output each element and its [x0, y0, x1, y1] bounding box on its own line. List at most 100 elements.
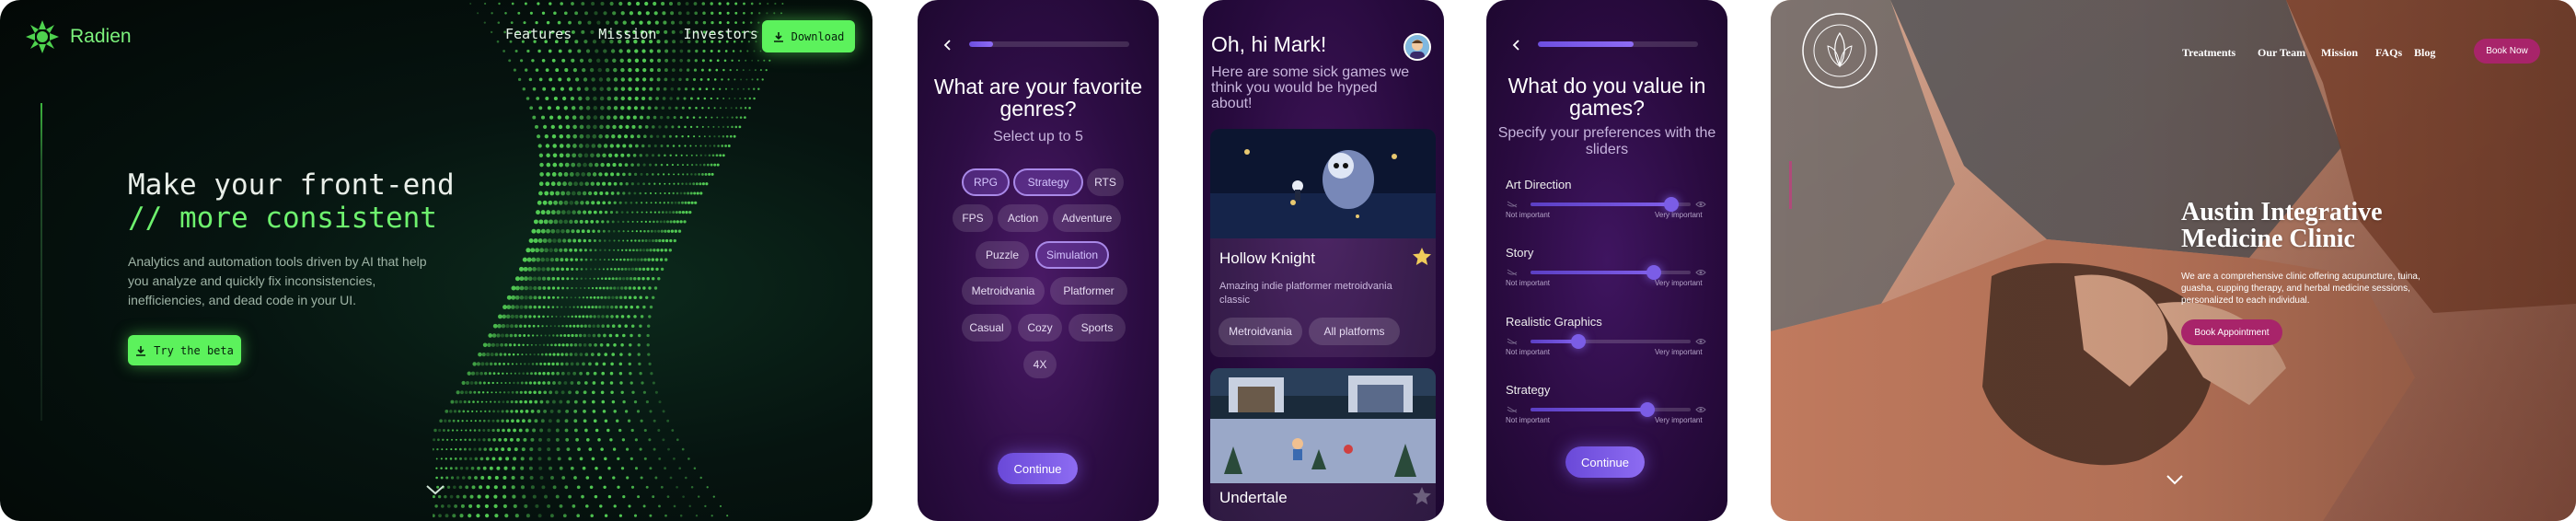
nav-faqs[interactable]: FAQs [2375, 46, 2402, 60]
genre-chip[interactable]: FPS [953, 204, 993, 232]
eye-closed-icon [1507, 406, 1518, 413]
genre-chip[interactable]: Casual [962, 314, 1011, 342]
download-button[interactable]: Download [762, 20, 855, 52]
genre-chip-label: Cozy [1027, 321, 1053, 334]
download-icon [773, 31, 783, 42]
greeting-subtitle: Here are some sick games we think you wo… [1211, 64, 1410, 111]
genre-chip-label: RTS [1094, 176, 1116, 189]
brand-logo[interactable]: Radien [24, 18, 132, 55]
logo-icon [26, 20, 59, 53]
genre-chip[interactable]: Strategy [1013, 168, 1083, 196]
slider-handle[interactable] [1664, 197, 1680, 212]
genre-chip[interactable]: RPG [962, 168, 1010, 196]
preference-slider[interactable] [1531, 408, 1691, 411]
genre-chip[interactable]: Metroidvania [962, 277, 1045, 305]
game-card-undertale[interactable]: Undertale [1210, 368, 1436, 521]
game-tag[interactable]: Metroidvania [1219, 318, 1302, 345]
nav-treatments[interactable]: Treatments [2182, 46, 2235, 60]
game-recommendations-screen: Oh, hi Mark! Here are some sick games we… [1203, 0, 1444, 521]
clinic-headline-line1: Austin Integrative [2181, 198, 2383, 226]
slider-label: Story [1506, 246, 1534, 260]
clinic-seal-logo[interactable] [1798, 9, 1881, 92]
book-appointment-label: Book Appointment [2194, 327, 2270, 338]
slider-fill [1531, 203, 1672, 206]
book-appointment-button[interactable]: Book Appointment [2181, 319, 2282, 345]
download-icon [136, 345, 146, 356]
hero-headline-line2: // more consistent [128, 202, 437, 235]
values-subtitle: Specify your preferences with the slider… [1497, 125, 1716, 157]
massage-photo [1771, 0, 2576, 521]
hero-headline-line1: Make your front-end [128, 168, 455, 202]
chevron-down-icon[interactable] [424, 482, 446, 497]
back-arrow-icon[interactable] [941, 39, 954, 52]
genre-chip[interactable]: Puzzle [976, 241, 1029, 269]
clinic-headline-line2: Medicine Clinic [2181, 225, 2355, 253]
slider-min-label: Not important [1506, 211, 1551, 219]
continue-button[interactable]: Continue [998, 453, 1078, 484]
game-tag[interactable]: All platforms [1309, 318, 1400, 345]
eye-closed-icon [1507, 338, 1518, 345]
book-now-label: Book Now [2486, 46, 2528, 56]
genre-chip[interactable]: Simulation [1035, 241, 1109, 269]
slider-label: Strategy [1506, 383, 1551, 397]
genres-subtitle: Select up to 5 [993, 129, 1083, 145]
game-card-hollow-knight[interactable]: Hollow Knight Amazing indie platformer m… [1210, 129, 1436, 357]
genre-chip[interactable]: Platformer [1050, 277, 1127, 305]
genre-chip-label: Adventure [1061, 212, 1113, 225]
nav-investors[interactable]: Investors [683, 26, 757, 42]
onboarding-progress-fill [1538, 41, 1635, 47]
game-tag-label: All platforms [1323, 325, 1385, 338]
genre-chip[interactable]: Adventure [1053, 204, 1121, 232]
avatar-icon [1405, 35, 1429, 59]
avatar[interactable] [1404, 33, 1431, 61]
slider-handle[interactable] [1571, 334, 1587, 349]
game-title: Undertale [1219, 489, 1288, 506]
nav-mission[interactable]: Mission [598, 26, 656, 42]
onboarding-progress-fill [969, 41, 994, 47]
genre-chip[interactable]: Action [998, 204, 1048, 232]
genre-chip-label: Casual [969, 321, 1004, 334]
preference-slider[interactable] [1531, 340, 1691, 343]
genre-chip-label: 4X [1033, 358, 1047, 371]
slider-label: Realistic Graphics [1506, 315, 1602, 329]
slider-min-label: Not important [1506, 348, 1551, 356]
continue-button[interactable]: Continue [1565, 446, 1645, 478]
slider-handle[interactable] [1640, 402, 1656, 417]
greeting: Oh, hi Mark! [1211, 32, 1327, 56]
genre-chip[interactable]: RTS [1087, 168, 1124, 196]
slider-handle[interactable] [1646, 265, 1661, 280]
genre-chip[interactable]: Cozy [1018, 314, 1062, 342]
genre-chip[interactable]: Sports [1069, 314, 1126, 342]
clinic-landing: Treatments Our Team Mission FAQs Blog Bo… [1771, 0, 2576, 521]
eye-closed-icon [1507, 269, 1518, 276]
hero-headline: Make your front-end // more consistent [128, 168, 455, 235]
star-icon[interactable] [1412, 247, 1432, 267]
nav-mission[interactable]: Mission [2321, 46, 2358, 60]
back-arrow-icon[interactable] [1510, 39, 1523, 52]
preference-slider[interactable] [1531, 271, 1691, 274]
book-now-button[interactable]: Book Now [2474, 39, 2540, 64]
genre-chip-label: RPG [973, 176, 998, 189]
slider-max-label: Very important [1655, 211, 1703, 219]
chevron-down-icon[interactable] [2165, 473, 2185, 486]
star-icon[interactable] [1412, 486, 1432, 506]
genre-chip-label: Puzzle [985, 249, 1020, 261]
game-description: Amazing indie platformer metroidvania cl… [1219, 281, 1392, 306]
radien-landing: Radien Features Mission Investors Downlo… [0, 0, 872, 521]
download-label: Download [791, 29, 845, 43]
nav-our-team[interactable]: Our Team [2258, 46, 2305, 60]
genre-chip-label: FPS [962, 212, 984, 225]
genre-chip-label: Simulation [1045, 249, 1099, 261]
slider-max-label: Very important [1655, 279, 1703, 287]
genre-chip[interactable]: 4X [1023, 351, 1057, 378]
genres-title: What are your favorite genres? [933, 75, 1143, 121]
nav-blog[interactable]: Blog [2414, 46, 2435, 60]
nav-features[interactable]: Features [505, 26, 572, 42]
slider-fill [1531, 271, 1654, 274]
genre-chip-label: Action [1007, 212, 1039, 225]
hero-description: Analytics and automation tools driven by… [128, 254, 427, 307]
try-beta-button[interactable]: Try the beta [128, 335, 241, 365]
slider-min-label: Not important [1506, 279, 1551, 287]
section-indicator [1789, 161, 1792, 209]
eye-icon [1695, 202, 1706, 207]
